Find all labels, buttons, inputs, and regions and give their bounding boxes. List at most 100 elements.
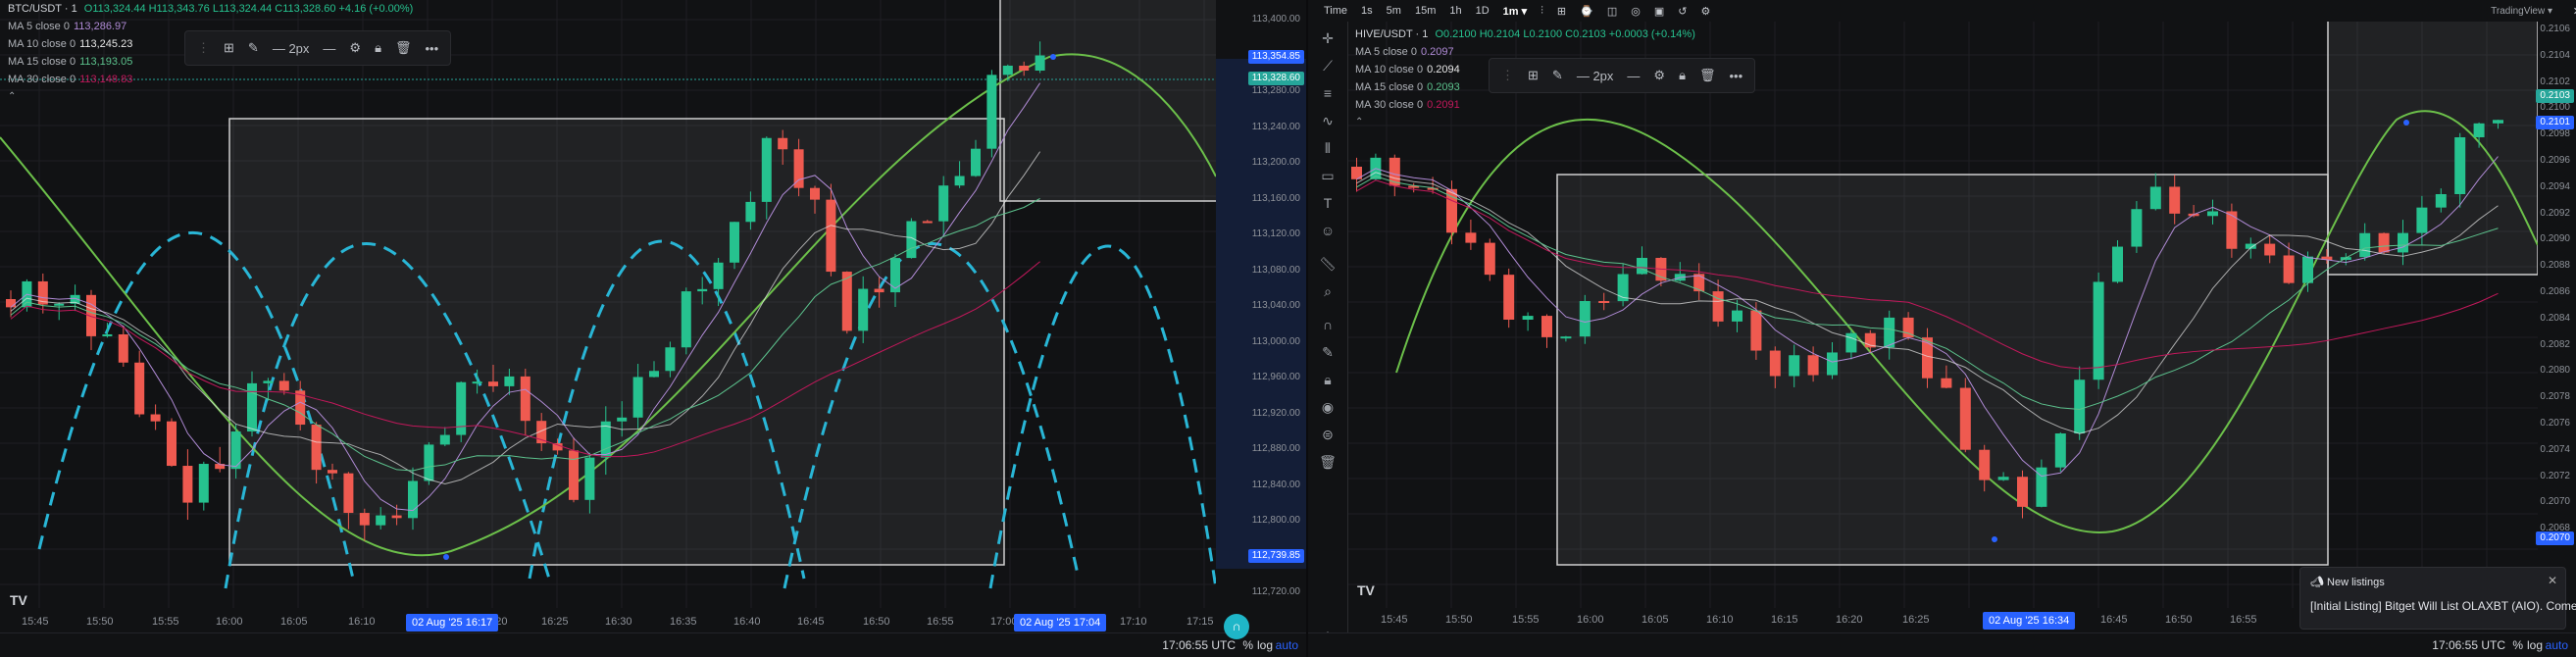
utc-clock[interactable]: 17:06:55 UTC <box>2432 638 2505 652</box>
ma-30-legend[interactable]: MA 30 close 0 113,148.83 <box>8 71 413 88</box>
alert-icon[interactable]: ⌚ <box>1580 5 1593 18</box>
btc-candle-body <box>971 148 981 177</box>
indicators-icon[interactable]: ⫶ <box>1541 5 1543 18</box>
rectangle-icon[interactable]: ▭ <box>1319 167 1337 184</box>
stay-drawing-icon[interactable]: ✎ <box>1319 343 1337 361</box>
hive-candle-body <box>1484 242 1495 276</box>
pencil-icon[interactable]: ✎ <box>1552 68 1563 83</box>
time-axis[interactable]: 15:4515:5015:5516:0016:0516:1016:2016:25… <box>0 612 1216 633</box>
log-toggle[interactable]: log <box>1257 638 1273 652</box>
interval-1m-dropdown[interactable]: 1m ▾ <box>1503 5 1527 18</box>
snapshot-icon[interactable]: ◎ <box>1631 5 1641 18</box>
ruler-icon[interactable]: 📏︎ <box>1319 255 1337 273</box>
hive-candle-body <box>2093 281 2104 380</box>
interval-5m[interactable]: 5m <box>1387 5 1401 17</box>
price-tick-label: 0.2076 <box>2540 418 2570 429</box>
line-width-button[interactable]: — 2px <box>1577 69 1614 83</box>
collapse-legend-icon[interactable]: ⌃ <box>8 88 413 106</box>
percent-toggle[interactable]: % <box>2512 638 2523 652</box>
price-marker-tag: 0.2070 <box>2536 531 2574 545</box>
btc-candle-body <box>6 299 16 308</box>
symbol-label[interactable]: HIVE/USDT · 1 <box>1355 28 1428 40</box>
symbol-label[interactable]: BTC/USDT · 1 <box>8 3 77 15</box>
hive-candle-body <box>2169 186 2181 214</box>
settings-icon[interactable]: ⚙ <box>1653 68 1665 83</box>
more-icon[interactable]: ••• <box>426 41 439 56</box>
delete-icon[interactable]: 🗑︎ <box>395 40 412 56</box>
hive-candle-body <box>1598 301 1610 304</box>
interval-15m[interactable]: 15m <box>1415 5 1436 17</box>
price-axis[interactable]: 0.2106 0.2104 0.2102 0.2100 0.2098 0.2096 0.20… <box>2536 0 2576 628</box>
undo-icon[interactable]: ↺ <box>1678 5 1687 18</box>
crosshair-icon[interactable]: ✛ <box>1319 29 1337 47</box>
btc-candle-body <box>584 457 595 500</box>
price-tick-label: 113,040.00 <box>1251 300 1300 311</box>
compare-icon[interactable]: ⊞ <box>1557 5 1566 18</box>
lock-icon[interactable]: 🔒︎ <box>375 40 381 56</box>
notification-close-icon[interactable]: ✕ <box>2548 574 2557 587</box>
text-icon[interactable]: T <box>1319 194 1337 212</box>
hive-candle-body <box>1769 350 1781 377</box>
hive-candle-body <box>1522 316 1534 320</box>
template-icon[interactable]: ⊞ <box>224 40 234 56</box>
hive-candle-body <box>1959 387 1971 450</box>
drag-handle-icon[interactable]: ⋮ <box>1501 68 1514 83</box>
pattern-icon[interactable]: ⫴ <box>1319 139 1337 157</box>
lock-drawings-icon[interactable]: 🔒︎ <box>1319 371 1337 388</box>
btc-candle-body <box>761 137 772 202</box>
emoji-icon[interactable]: ☺ <box>1319 222 1337 239</box>
ma-30-legend[interactable]: MA 30 close 0 0.2091 <box>1355 96 1695 114</box>
collapse-legend-icon[interactable]: ⌃ <box>1355 114 1695 131</box>
fib-icon[interactable]: ≡ <box>1319 84 1337 102</box>
drag-handle-icon[interactable]: ⋮ <box>197 40 210 56</box>
visibility-icon[interactable]: ◉ <box>1319 398 1337 416</box>
interval-1s[interactable]: 1s <box>1361 5 1373 17</box>
btc-candle-body <box>858 288 869 331</box>
lock-icon[interactable]: 🔒︎ <box>1679 68 1686 83</box>
btc-candle-body <box>874 288 884 293</box>
log-toggle[interactable]: log <box>2527 638 2543 652</box>
notification-toast[interactable]: 📣︎ New listings ✕ [Initial Listing] Bitg… <box>2299 567 2576 630</box>
price-tick-label: 0.2100 <box>2540 102 2570 114</box>
magnet-icon[interactable]: ∩ <box>1319 316 1337 333</box>
btc-candle-body <box>632 377 643 418</box>
btc-chart-pane[interactable]: BTC/USDT · 1 O113,324.44 H113,343.76 L11… <box>0 0 1306 657</box>
trendline-icon[interactable]: ⟋ <box>1319 57 1337 75</box>
zoom-icon[interactable]: ⌕ <box>1319 282 1337 300</box>
line-style-icon[interactable]: — <box>323 41 335 56</box>
price-axis[interactable]: 113,400.00113,320.00113,280.00113,240.00… <box>1216 0 1306 628</box>
price-tick-label: 0.2106 <box>2540 24 2570 34</box>
notification-body[interactable]: [Initial Listing] Bitget Will List OLAXB… <box>2310 599 2576 613</box>
template-icon[interactable]: ⊞ <box>1528 68 1539 83</box>
line-style-icon[interactable]: — <box>1627 69 1640 83</box>
btc-candle-body <box>439 434 450 445</box>
interval-1d[interactable]: 1D <box>1476 5 1490 17</box>
auto-toggle[interactable]: auto <box>2546 638 2568 652</box>
time-tick-label: 16:15 <box>1771 614 1798 626</box>
trash-icon[interactable]: 🗑︎ <box>1319 453 1337 471</box>
pencil-icon[interactable]: ✎ <box>248 40 259 56</box>
time-tick-label: 15:55 <box>1512 614 1540 626</box>
favorites-icon[interactable]: ⊜ <box>1319 426 1337 443</box>
notification-title: New listings <box>2327 577 2385 588</box>
layout-icon[interactable]: ▣ <box>1654 5 1664 18</box>
btc-candle-body <box>472 381 482 384</box>
utc-clock[interactable]: 17:06:55 UTC <box>1162 638 1236 652</box>
headset-icon[interactable]: ∩ <box>1224 614 1249 639</box>
hive-chart-pane[interactable]: Time 1s 5m 15m 1h 1D 1m ▾ ⫶ ⊞ ⌚ ◫ ◎ ▣ ↺ … <box>1308 0 2576 657</box>
delete-icon[interactable]: 🗑︎ <box>1699 68 1716 83</box>
rectangle-drawing-2 <box>999 0 1219 202</box>
percent-toggle[interactable]: % <box>1242 638 1253 652</box>
settings-icon[interactable]: ⚙ <box>349 40 361 56</box>
replay-icon[interactable]: ◫ <box>1607 5 1617 18</box>
price-tick-label: 113,400.00 <box>1251 14 1300 25</box>
btc-candle-body <box>922 221 933 224</box>
auto-toggle[interactable]: auto <box>1276 638 1298 652</box>
time-menu[interactable]: Time <box>1324 5 1347 17</box>
more-icon[interactable]: ••• <box>1730 69 1743 83</box>
price-tick-label: 113,080.00 <box>1251 264 1300 276</box>
gear-icon[interactable]: ⚙ <box>1700 5 1710 18</box>
interval-1h[interactable]: 1h <box>1449 5 1461 17</box>
line-width-button[interactable]: — 2px <box>273 41 310 56</box>
curve-icon[interactable]: ∿ <box>1319 112 1337 129</box>
